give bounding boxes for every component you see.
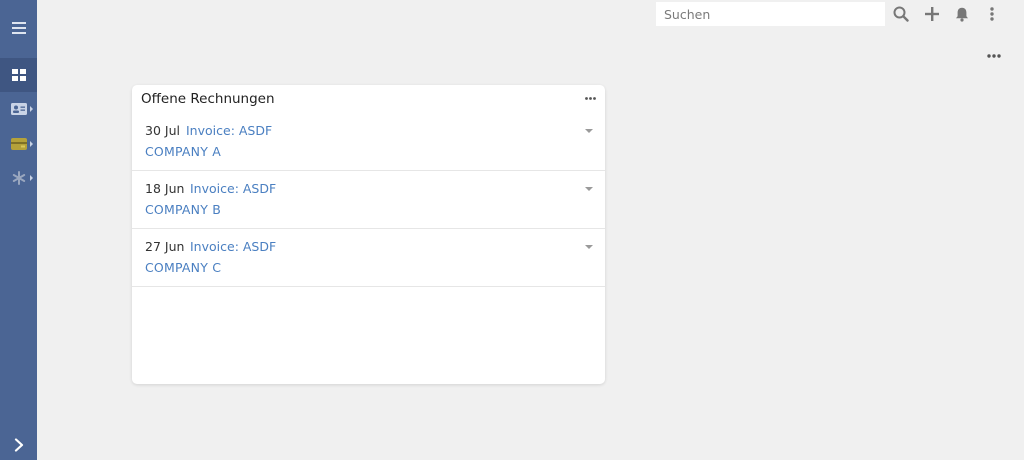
row-actions-dropdown[interactable] — [583, 242, 595, 252]
submenu-caret-icon — [30, 141, 33, 147]
submenu-caret-icon — [30, 106, 33, 112]
wallet-icon — [10, 138, 27, 150]
caret-down-icon — [585, 245, 593, 249]
invoice-date: 27 Jun — [145, 239, 185, 254]
sidebar-expand-button[interactable] — [0, 428, 37, 460]
company-link[interactable]: COMPANY A — [145, 144, 221, 159]
asterisk-icon — [12, 171, 25, 185]
sidebar-menu-toggle[interactable] — [0, 11, 37, 45]
invoice-link[interactable]: Invoice: ASDF — [186, 123, 272, 138]
sidebar-item-finance[interactable] — [0, 127, 37, 161]
submenu-caret-icon — [30, 175, 33, 181]
hamburger-icon — [11, 22, 26, 34]
quick-create-button[interactable] — [922, 4, 942, 24]
caret-down-icon — [585, 129, 593, 133]
search-button[interactable] — [891, 4, 911, 24]
ellipsis-icon — [584, 96, 596, 100]
dashboard-icon — [11, 69, 26, 81]
contact-card-icon — [10, 103, 27, 115]
bell-icon — [956, 7, 968, 22]
sidebar-item-contacts[interactable] — [0, 92, 37, 126]
list-item: 30 Jul Invoice: ASDF COMPANY A — [132, 113, 605, 171]
invoice-link[interactable]: Invoice: ASDF — [190, 181, 276, 196]
plus-icon — [925, 7, 939, 21]
sidebar — [0, 0, 37, 460]
notifications-button[interactable] — [952, 4, 972, 24]
list-item: 18 Jun Invoice: ASDF COMPANY B — [132, 171, 605, 229]
invoice-date: 30 Jul — [145, 123, 180, 138]
dashlet-options-button[interactable] — [580, 90, 600, 106]
search-input[interactable] — [656, 2, 885, 26]
row-actions-dropdown[interactable] — [583, 184, 595, 194]
invoice-link[interactable]: Invoice: ASDF — [190, 239, 276, 254]
chevron-right-icon — [14, 438, 23, 452]
sidebar-item-admin[interactable] — [0, 161, 37, 195]
company-link[interactable]: COMPANY B — [145, 202, 221, 217]
invoice-list: 30 Jul Invoice: ASDF COMPANY A 18 Jun In… — [132, 113, 605, 287]
sidebar-item-dashboard[interactable] — [0, 58, 37, 92]
kebab-menu-icon — [990, 7, 994, 21]
search-icon — [893, 6, 909, 22]
dashlet-title: Offene Rechnungen — [141, 91, 275, 107]
open-invoices-dashlet: Offene Rechnungen 30 Jul Invoice: ASDF C… — [132, 85, 605, 384]
company-link[interactable]: COMPANY C — [145, 260, 221, 275]
main-menu-button[interactable] — [982, 4, 1002, 24]
list-item: 27 Jun Invoice: ASDF COMPANY C — [132, 229, 605, 287]
row-actions-dropdown[interactable] — [583, 126, 595, 136]
ellipsis-icon — [987, 54, 1001, 58]
invoice-date: 18 Jun — [145, 181, 185, 196]
caret-down-icon — [585, 187, 593, 191]
dashboard-options-button[interactable] — [984, 47, 1004, 65]
